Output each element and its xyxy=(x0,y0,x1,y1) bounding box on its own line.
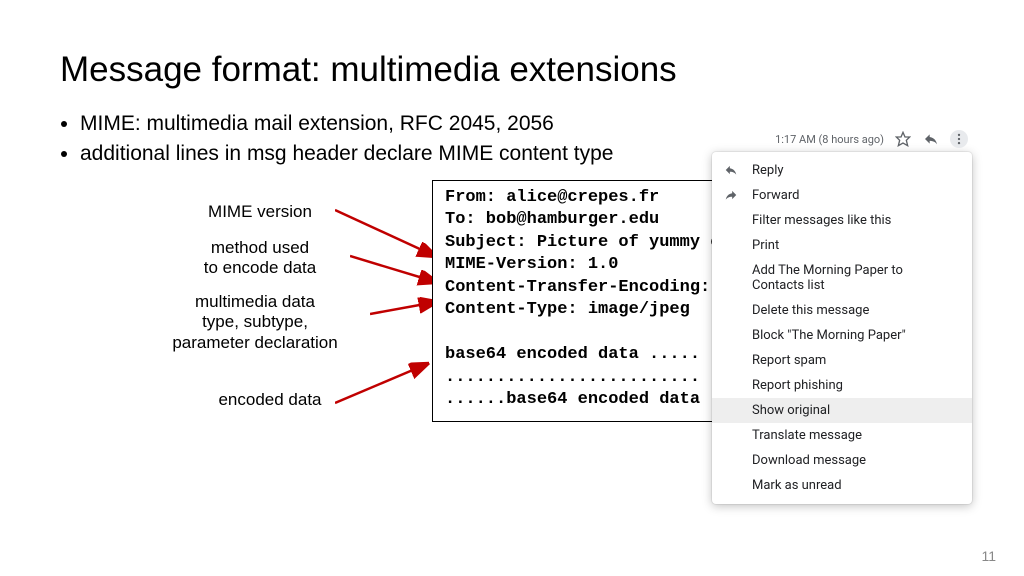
anno-line: multimedia data xyxy=(195,292,315,311)
gmail-menu-item[interactable]: Print xyxy=(712,233,972,258)
anno-encode-method: method used to encode data xyxy=(170,238,350,279)
code-line: Content-Type: image/jpeg xyxy=(445,300,690,319)
reply-icon xyxy=(724,163,740,179)
gmail-menu-item[interactable]: Download message xyxy=(712,448,972,473)
gmail-menu-label: Block "The Morning Paper" xyxy=(752,328,906,343)
gmail-meta-row: 1:17 AM (8 hours ago) xyxy=(712,130,972,148)
code-line: From: alice@crepes.fr xyxy=(445,188,659,207)
code-line: MIME-Version: 1.0 xyxy=(445,255,618,274)
gmail-menu-item[interactable]: Forward xyxy=(712,183,972,208)
slide-title: Message format: multimedia extensions xyxy=(60,50,964,90)
gmail-menu-item[interactable]: Report phishing xyxy=(712,373,972,398)
gmail-menu-label: Download message xyxy=(752,453,866,468)
gmail-menu-item[interactable]: Filter messages like this xyxy=(712,208,972,233)
gmail-menu-label: Filter messages like this xyxy=(752,213,891,228)
anno-encoded-data: encoded data xyxy=(180,390,360,410)
gmail-menu-label: Report spam xyxy=(752,353,826,368)
code-line: ......................... xyxy=(445,368,700,387)
gmail-menu-item[interactable]: Block "The Morning Paper" xyxy=(712,323,972,348)
forward-icon xyxy=(724,188,740,204)
gmail-menu-label: Translate message xyxy=(752,428,862,443)
gmail-overlay: 1:17 AM (8 hours ago) Reply Forward Filter… xyxy=(712,130,972,504)
star-icon[interactable] xyxy=(894,130,912,148)
anno-multimedia-type: multimedia data type, subtype, parameter… xyxy=(130,292,380,353)
gmail-menu-label: Mark as unread xyxy=(752,478,842,493)
arrow-icon xyxy=(335,358,435,408)
anno-line: type, subtype, xyxy=(202,312,308,331)
code-line: To: bob@hamburger.edu xyxy=(445,210,659,229)
gmail-menu: Reply Forward Filter messages like this Pri… xyxy=(712,152,972,504)
code-line: base64 encoded data ..... xyxy=(445,345,700,364)
anno-line: parameter declaration xyxy=(172,333,337,352)
anno-mime-version: MIME version xyxy=(180,202,340,222)
gmail-menu-label: Show original xyxy=(752,403,830,418)
reply-icon[interactable] xyxy=(922,130,940,148)
gmail-menu-label: Forward xyxy=(752,188,799,203)
gmail-menu-item[interactable]: Show original xyxy=(712,398,972,423)
gmail-menu-label: Print xyxy=(752,238,779,253)
arrow-icon xyxy=(350,250,445,290)
anno-line: method used xyxy=(211,238,309,257)
page-number: 11 xyxy=(981,548,996,564)
gmail-menu-item[interactable]: Delete this message xyxy=(712,298,972,323)
gmail-menu-item[interactable]: Translate message xyxy=(712,423,972,448)
gmail-menu-item[interactable]: Mark as unread xyxy=(712,473,972,498)
code-line: ......base64 encoded data xyxy=(445,390,700,409)
gmail-menu-label: Delete this message xyxy=(752,303,869,318)
gmail-menu-label: Report phishing xyxy=(752,378,843,393)
anno-line: to encode data xyxy=(204,258,316,277)
gmail-menu-label: Add The Morning Paper to Contacts list xyxy=(752,263,903,293)
gmail-menu-label: Reply xyxy=(752,163,784,178)
gmail-menu-item[interactable]: Report spam xyxy=(712,348,972,373)
gmail-menu-item[interactable]: Reply xyxy=(712,158,972,183)
more-icon[interactable] xyxy=(950,130,968,148)
gmail-timestamp: 1:17 AM (8 hours ago) xyxy=(775,133,884,146)
gmail-menu-item[interactable]: Add The Morning Paper to Contacts list xyxy=(712,258,972,298)
